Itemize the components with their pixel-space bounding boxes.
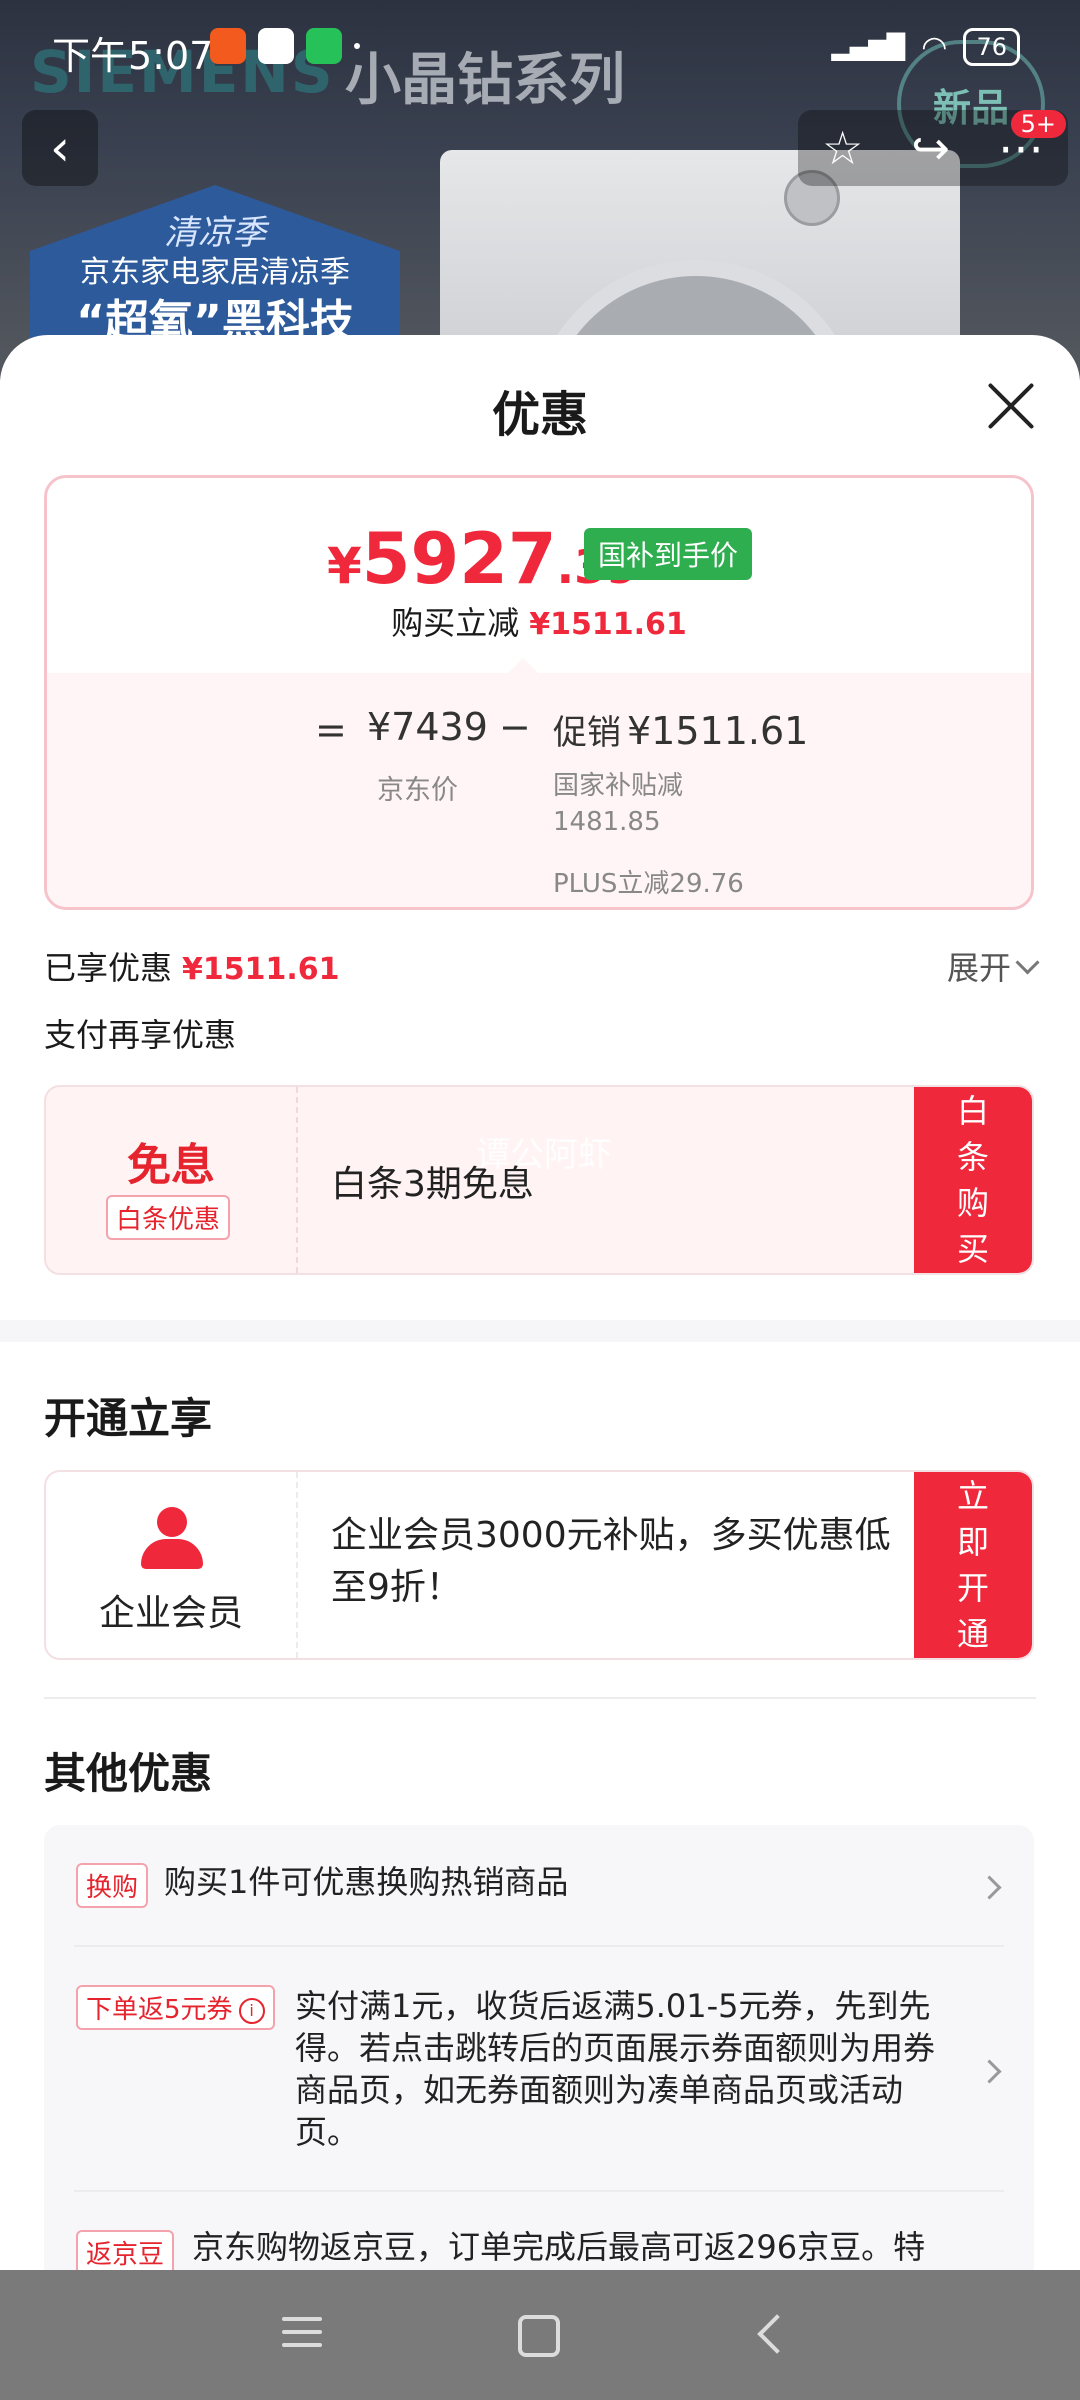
other-offers-list: 换购 购买1件可优惠换购热销商品 下单返5元券 i 实付满1元，收货后返满5.01…	[44, 1825, 1034, 2270]
instant-discount-row: 购买立减 ¥1511.61	[47, 598, 1031, 644]
chevron-right-icon	[977, 2059, 1002, 2084]
expand-label: 展开	[946, 949, 1011, 987]
price-breakdown-card: ¥5927.39 国补到手价 购买立减¥1511.61 = ¥7439 京东价 …	[44, 475, 1034, 910]
wifi-icon: ◠	[921, 29, 948, 65]
offer-text: 购买1件可优惠换购热销商品	[164, 1863, 569, 1901]
user-icon-body	[141, 1539, 203, 1569]
gov-subsidy-value: 1481.85	[553, 807, 661, 837]
system-nav-bar	[0, 2270, 1080, 2400]
favorite-star-icon[interactable]: ☆	[822, 121, 863, 175]
taobao-app-icon	[210, 28, 246, 64]
home-icon[interactable]	[518, 2315, 560, 2357]
offer-text: 实付满1元，收货后返满5.01-5元券，先到先得。若点击跳转后的页面展示券面额则…	[295, 1987, 936, 2151]
vip-label: 企业会员	[98, 1593, 243, 1634]
enjoyed-value: ¥1511.61	[182, 952, 340, 987]
baitiao-left-panel: 免息 白条优惠	[46, 1087, 298, 1273]
promo-amount: 促销 ¥1511.61	[553, 705, 808, 754]
promo-label: 促销	[553, 713, 621, 753]
gov-subsidy-detail: 国家补贴减 1481.85	[553, 768, 773, 840]
baitiao-buy-button[interactable]: 白条购买	[914, 1087, 1032, 1273]
instant-discount-value: ¥1511.61	[529, 607, 687, 642]
user-icon	[139, 1507, 203, 1571]
enjoyed-label: 已享优惠	[44, 949, 173, 987]
equals-sign: =	[315, 708, 347, 752]
open-section-title: 开通立享	[44, 1394, 213, 1443]
promo-value: ¥1511.61	[627, 709, 809, 753]
other-section-title: 其他优惠	[44, 1749, 213, 1798]
list-item[interactable]: 返京豆 京东购物返京豆，订单完成后最高可返296京豆。特	[44, 2190, 1034, 2270]
price-summary: ¥5927.39 国补到手价 购买立减¥1511.61	[47, 478, 1031, 673]
list-item[interactable]: 下单返5元券 i 实付满1元，收货后返满5.01-5元券，先到先得。若点击跳转后的…	[44, 1945, 1034, 2190]
status-indicators: ▂▄▆█ ◠ 76	[831, 28, 1020, 66]
offer-tag: 换购	[76, 1863, 149, 1908]
battery-icon: 76	[963, 28, 1020, 66]
map-app-icon	[258, 28, 294, 64]
offer-text: 京东购物返京豆，订单完成后最高可返296京豆。特	[192, 2228, 926, 2266]
expand-button[interactable]: 展开	[946, 943, 1040, 989]
discount-sheet: 优惠 ¥5927.39 国补到手价 购买立减¥1511.61 = ¥7439 京…	[0, 335, 1080, 2270]
vip-offer-text: 企业会员3000元补贴，多买优惠低至9折！	[331, 1515, 891, 1608]
final-price-symbol: ¥	[327, 537, 362, 595]
baitiao-offer-text: 白条3期免息	[331, 1164, 534, 1205]
section-divider	[0, 1320, 1080, 1342]
pointer-triangle	[507, 658, 539, 674]
share-icon[interactable]: ↪	[911, 121, 950, 175]
jd-price-label: 京东价	[377, 775, 458, 806]
offer-tag: 返京豆	[76, 2230, 175, 2270]
more-notifications-dot	[354, 43, 360, 49]
list-item[interactable]: 换购 购买1件可优惠换购热销商品	[44, 1825, 1034, 1945]
vip-left-panel: 企业会员	[46, 1472, 298, 1658]
plus-discount-detail: PLUS立减29.76	[553, 869, 744, 899]
pay-more-heading: 支付再享优惠	[44, 1016, 237, 1054]
signal-icon: ▂▄▆█	[831, 33, 906, 61]
enjoyed-discount-row: 已享优惠 ¥1511.61	[44, 943, 340, 989]
offer-tag: 下单返5元券 i	[76, 1985, 275, 2030]
chevron-right-icon	[977, 1875, 1002, 1900]
phone-app-icon	[306, 28, 342, 64]
user-icon-head	[157, 1507, 187, 1537]
instant-discount-label: 购买立减	[391, 604, 520, 642]
message-count-badge: 5+	[1010, 110, 1066, 138]
baitiao-offer-card[interactable]: 免息 白条优惠 谭公阿虾 白条3期免息 白条购买	[44, 1085, 1034, 1275]
gov-subsidy-badge: 国补到手价	[584, 528, 753, 580]
back-button[interactable]: ‹	[22, 110, 98, 186]
chevron-down-icon	[1015, 949, 1040, 975]
interest-free-title: 免息	[127, 1140, 215, 1191]
offer-tag-label: 下单返5元券	[86, 1995, 233, 2025]
gov-subsidy-label: 国家补贴减	[553, 771, 684, 801]
sheet-title: 优惠	[491, 387, 588, 443]
final-price-integer: 5927	[361, 518, 557, 600]
enterprise-member-card[interactable]: 企业会员 企业会员3000元补贴，多买优惠低至9折！ 立即开通	[44, 1470, 1034, 1660]
status-time: 下午5:07	[52, 34, 214, 78]
jd-price: ¥7439	[367, 705, 488, 749]
back-icon[interactable]	[757, 2314, 797, 2354]
notification-icons	[210, 28, 360, 64]
baitiao-tag: 白条优惠	[106, 1195, 231, 1240]
status-bar: 下午5:07 ▂▄▆█ ◠ 76	[0, 0, 1080, 100]
info-icon[interactable]: i	[238, 1997, 265, 2024]
section-separator	[44, 1697, 1036, 1699]
close-icon[interactable]	[986, 381, 1036, 431]
menu-icon[interactable]	[282, 2317, 322, 2356]
open-now-button[interactable]: 立即开通	[914, 1472, 1032, 1658]
price-calculation: = ¥7439 京东价 − 促销 ¥1511.61 国家补贴减 1481.85 P…	[47, 673, 1031, 907]
minus-sign: −	[499, 705, 531, 749]
